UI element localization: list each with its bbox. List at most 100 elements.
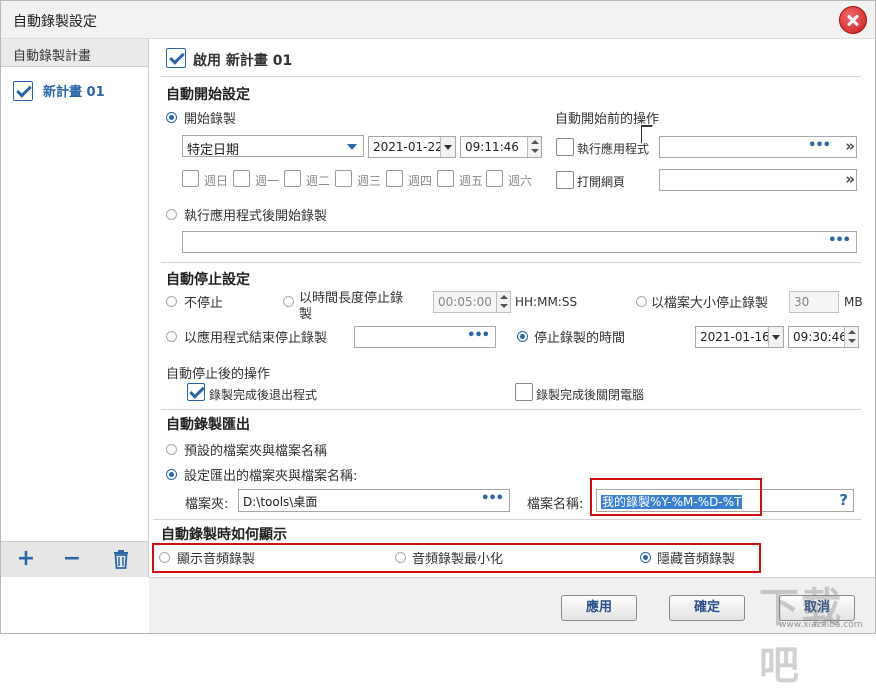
start-time-stepper[interactable]: 09:11:46 xyxy=(460,136,542,158)
chevron-right-icon[interactable]: » xyxy=(845,170,855,188)
sidebar-toolbar: + − xyxy=(1,541,148,577)
folder-label: 檔案夾: xyxy=(185,497,229,512)
watermark-url: www.xiazaiba.com xyxy=(779,620,863,630)
start-app-path-input[interactable]: ••• xyxy=(182,231,857,253)
browse-dots-icon[interactable]: ••• xyxy=(467,328,490,343)
stop-time-value: 09:30:46 xyxy=(793,330,847,344)
apply-button[interactable]: 應用 xyxy=(561,595,637,621)
stop-app-path-input[interactable]: ••• xyxy=(354,326,496,348)
weekday-checkbox[interactable] xyxy=(284,170,301,187)
weekday-label: 週五 xyxy=(459,174,484,188)
weekday-checkbox[interactable] xyxy=(335,170,352,187)
plan-checkbox[interactable] xyxy=(13,81,33,101)
browse-dots-icon[interactable]: ••• xyxy=(808,138,831,153)
run-app-checkbox[interactable] xyxy=(556,138,574,156)
open-web-checkbox[interactable] xyxy=(556,171,574,189)
stop-time-radio[interactable] xyxy=(517,331,528,342)
chevron-right-icon[interactable]: » xyxy=(845,137,855,155)
time-spinner-icon[interactable] xyxy=(496,292,510,312)
stop-by-duration-radio[interactable] xyxy=(283,296,294,307)
watermark: 下载吧 www.xiazaiba.com xyxy=(749,573,876,689)
window-title: 自動錄製設定 xyxy=(13,14,97,30)
stop-by-duration-label: 以時間長度停止錄 xyxy=(299,291,404,306)
start-mode-value: 特定日期 xyxy=(187,143,240,157)
start-date-picker[interactable]: 2021-01-22 xyxy=(368,136,456,158)
after-app-start-radio[interactable] xyxy=(166,209,177,220)
shutdown-label: 錄製完成後關閉電腦 xyxy=(536,388,645,402)
auto-start-title: 自動開始設定 xyxy=(166,87,250,103)
duration-format-label: HH:MM:SS xyxy=(515,295,578,309)
calendar-dropdown-icon[interactable] xyxy=(440,137,455,157)
size-unit-label: MB xyxy=(844,295,863,309)
export-title: 自動錄製匯出 xyxy=(166,417,250,433)
browse-dots-icon[interactable]: ••• xyxy=(481,491,504,506)
duration-value: 00:05:00 xyxy=(438,295,492,309)
stop-date-picker[interactable]: 2021-01-16 xyxy=(695,326,784,348)
plan-item-label: 新計畫 01 xyxy=(43,85,105,100)
trash-icon[interactable] xyxy=(113,550,129,569)
highlight-frame-filename xyxy=(590,478,762,516)
shutdown-checkbox[interactable] xyxy=(515,383,533,401)
divider xyxy=(161,76,861,77)
sidebar-header: 自動錄製計畫 xyxy=(1,39,148,67)
folder-value: D:\tools\桌面 xyxy=(243,495,318,509)
exit-app-label: 錄製完成後退出程式 xyxy=(209,388,318,402)
custom-export-label: 設定匯出的檔案夾與檔案名稱: xyxy=(184,469,358,484)
weekday-label: 週二 xyxy=(306,174,331,188)
start-mode-select[interactable]: 特定日期 xyxy=(182,135,364,157)
folder-input[interactable]: D:\tools\桌面 ••• xyxy=(238,489,510,512)
browse-dots-icon[interactable]: ••• xyxy=(828,233,851,248)
weekday-checkbox[interactable] xyxy=(182,170,199,187)
add-plan-button[interactable]: + xyxy=(15,548,37,570)
duration-stepper[interactable]: 00:05:00 xyxy=(433,291,511,313)
start-record-radio[interactable] xyxy=(166,112,177,123)
weekday-checkbox[interactable] xyxy=(386,170,403,187)
auto-stop-title: 自動停止設定 xyxy=(166,272,250,288)
no-stop-radio[interactable] xyxy=(166,296,177,307)
calendar-dropdown-icon[interactable] xyxy=(768,327,783,347)
filename-label: 檔案名稱: xyxy=(527,497,584,512)
weekday-label: 週四 xyxy=(408,174,433,188)
no-stop-label: 不停止 xyxy=(184,296,224,311)
stop-by-app-end-label: 以應用程式結束停止錄製 xyxy=(184,331,328,346)
sidebar-header-label: 自動錄製計畫 xyxy=(13,49,92,64)
exit-app-checkbox[interactable] xyxy=(187,383,205,401)
divider xyxy=(161,262,861,263)
stop-by-size-label: 以檔案大小停止錄製 xyxy=(651,296,769,311)
weekday-checkbox[interactable] xyxy=(233,170,250,187)
help-icon[interactable]: ? xyxy=(839,491,848,509)
size-input[interactable]: 30 xyxy=(789,291,839,313)
mouse-pointer-fill xyxy=(642,127,652,143)
custom-export-radio[interactable] xyxy=(166,469,177,480)
stop-time-stepper[interactable]: 09:30:46 xyxy=(788,326,859,348)
default-export-label: 預設的檔案夾與檔案名稱 xyxy=(184,444,328,459)
remove-plan-button[interactable]: − xyxy=(61,548,83,570)
open-web-label: 打開網頁 xyxy=(577,175,626,189)
start-time-value: 09:11:46 xyxy=(465,140,519,154)
stop-date-value: 2021-01-16 xyxy=(700,330,770,344)
weekday-label: 週三 xyxy=(357,174,382,188)
close-icon[interactable] xyxy=(839,6,867,34)
ok-button[interactable]: 確定 xyxy=(669,595,745,621)
title-bar: 自動錄製設定 xyxy=(1,1,875,39)
chevron-down-icon xyxy=(347,144,357,150)
weekday-label: 週日 xyxy=(204,174,229,188)
weekday-checkbox[interactable] xyxy=(486,170,503,187)
stop-by-size-radio[interactable] xyxy=(636,296,647,307)
stop-by-app-end-radio[interactable] xyxy=(166,331,177,342)
stop-by-duration-label-wrap: 製 xyxy=(299,307,313,322)
highlight-frame-display xyxy=(152,543,761,573)
stop-time-label: 停止錄製的時間 xyxy=(534,331,626,346)
divider xyxy=(153,519,861,520)
settings-window: 自動錄製設定 自動錄製計畫 新計畫 01 + − 啟用 新計畫 01 自動開始設… xyxy=(0,0,876,689)
default-export-radio[interactable] xyxy=(166,444,177,455)
open-web-url-input[interactable]: » xyxy=(659,169,857,191)
enable-plan-checkbox[interactable] xyxy=(166,48,186,68)
run-app-path-input[interactable]: ••• » xyxy=(659,136,857,158)
enable-plan-label: 啟用 新計畫 01 xyxy=(193,53,293,69)
start-record-label: 開始錄製 xyxy=(184,112,237,127)
time-spinner-icon[interactable] xyxy=(844,327,858,347)
start-date-value: 2021-01-22 xyxy=(373,140,443,154)
time-spinner-icon[interactable] xyxy=(527,137,541,157)
weekday-checkbox[interactable] xyxy=(437,170,454,187)
